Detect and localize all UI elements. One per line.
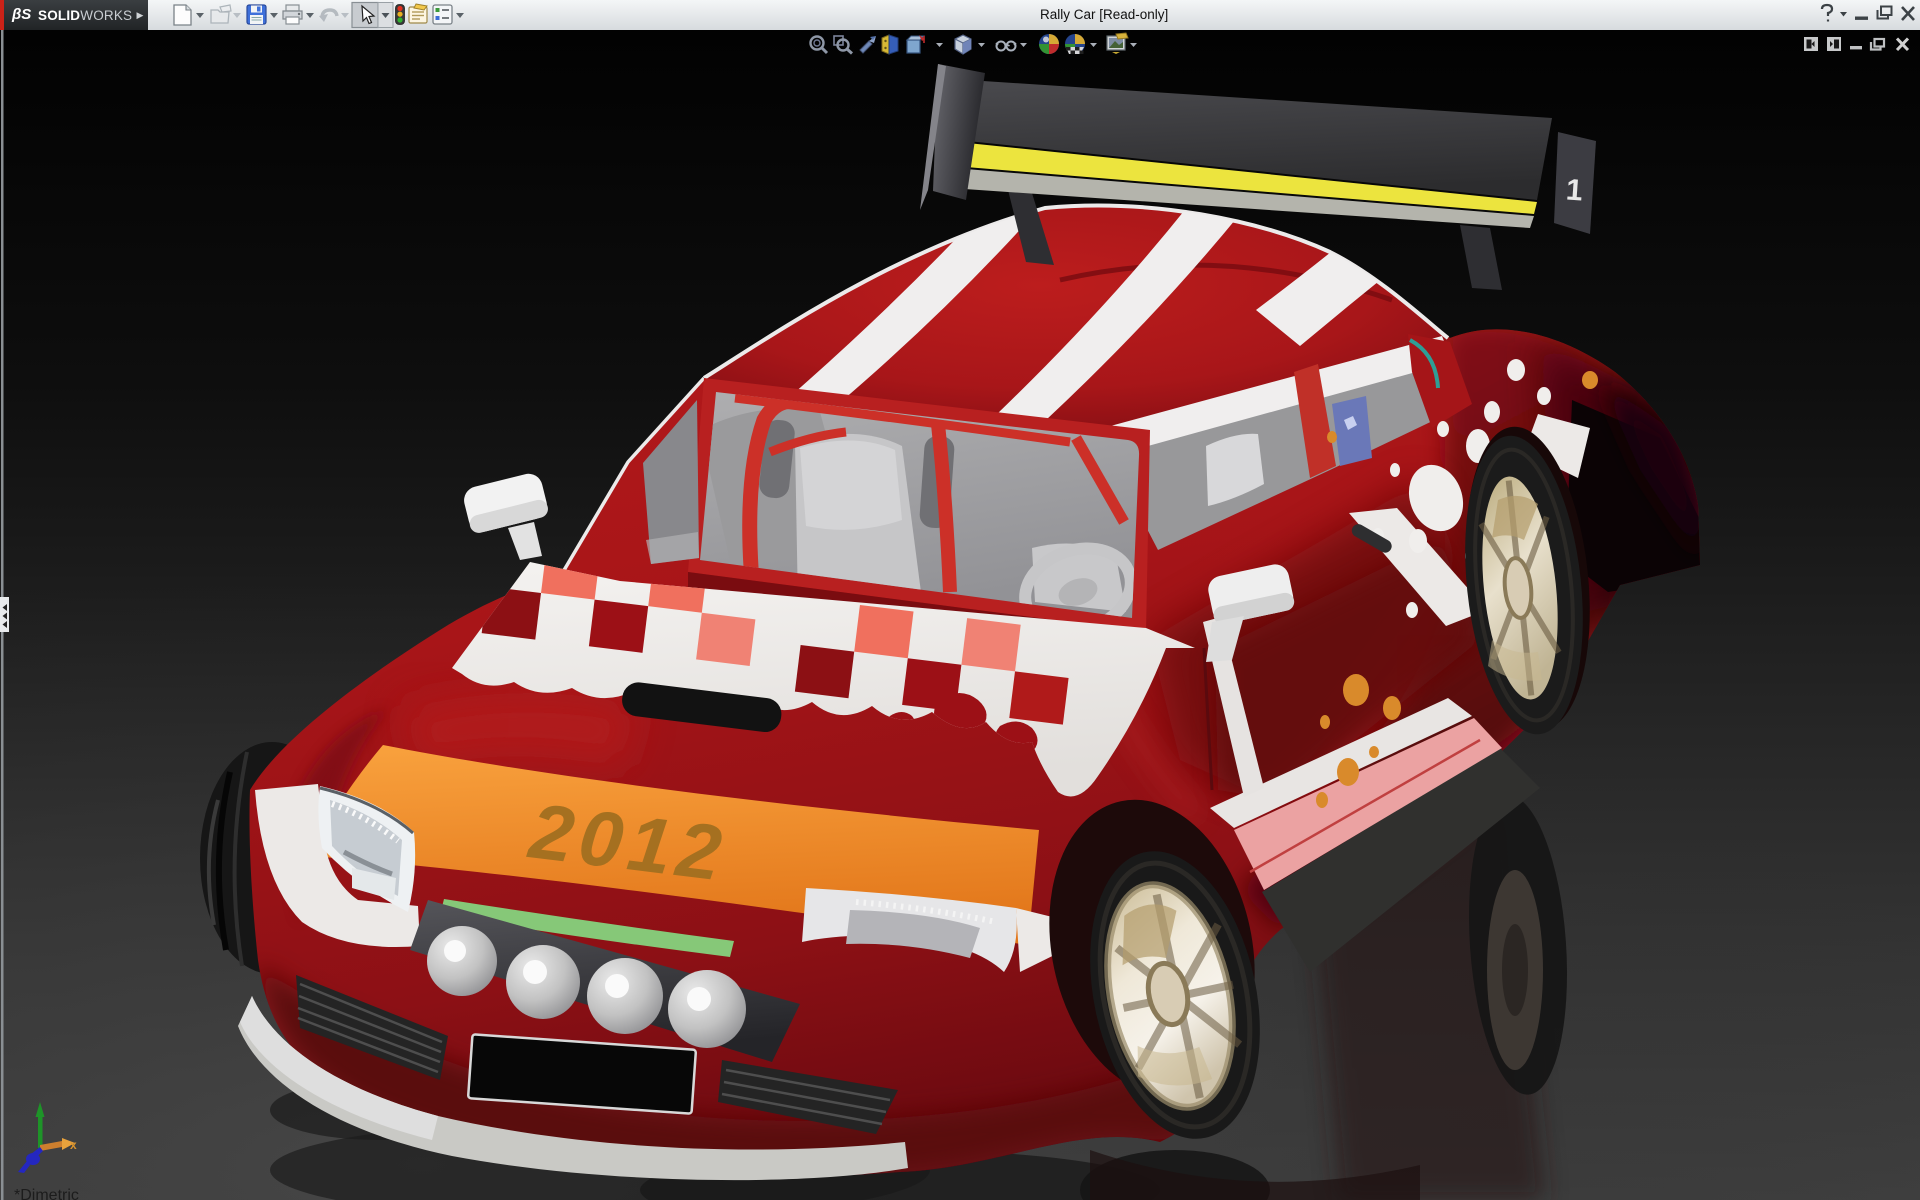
svg-text:*Dimetric: *Dimetric bbox=[14, 1187, 79, 1200]
svg-text:1: 1 bbox=[1565, 173, 1584, 207]
svg-text:x: x bbox=[70, 1138, 77, 1152]
